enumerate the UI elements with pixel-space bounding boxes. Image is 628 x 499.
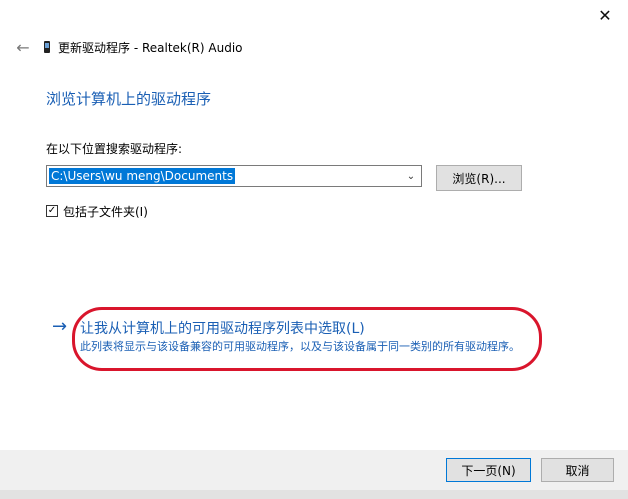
cancel-button[interactable]: 取消 — [541, 458, 614, 482]
close-button[interactable]: ✕ — [582, 0, 628, 30]
pick-from-list-link[interactable]: 让我从计算机上的可用驱动程序列表中选取(L) — [80, 318, 365, 338]
footer-strip — [0, 490, 628, 499]
page-title: 浏览计算机上的驱动程序 — [46, 90, 212, 108]
close-icon: ✕ — [598, 5, 612, 25]
arrow-right-icon[interactable]: → — [52, 316, 67, 337]
update-driver-window: ✕ ← 更新驱动程序 - Realtek(R) Audio 浏览计算机上的驱动程… — [0, 0, 628, 499]
include-subfolders-checkbox[interactable]: ✓ — [46, 205, 58, 217]
search-path-combobox[interactable]: C:\Users\wu meng\Documents ⌄ — [46, 165, 422, 187]
search-location-label: 在以下位置搜索驱动程序: — [46, 142, 183, 156]
window-header: ← 更新驱动程序 - Realtek(R) Audio — [12, 36, 243, 58]
device-icon — [44, 41, 50, 53]
include-subfolders-label[interactable]: 包括子文件夹(I) — [63, 203, 148, 220]
chevron-down-icon[interactable]: ⌄ — [404, 169, 418, 183]
checkmark-icon: ✓ — [47, 205, 57, 216]
pick-from-list-description: 此列表将显示与该设备兼容的可用驱动程序，以及与该设备属于同一类别的所有驱动程序。 — [80, 340, 520, 353]
back-button[interactable]: ← — [12, 36, 34, 58]
back-arrow-icon: ← — [16, 37, 30, 57]
include-subfolders-option[interactable]: ✓ 包括子文件夹(I) — [46, 203, 148, 219]
browse-button[interactable]: 浏览(R)... — [436, 165, 522, 191]
search-path-value[interactable]: C:\Users\wu meng\Documents — [49, 168, 236, 184]
window-title: 更新驱动程序 - Realtek(R) Audio — [58, 40, 243, 55]
next-button[interactable]: 下一页(N) — [446, 458, 531, 482]
